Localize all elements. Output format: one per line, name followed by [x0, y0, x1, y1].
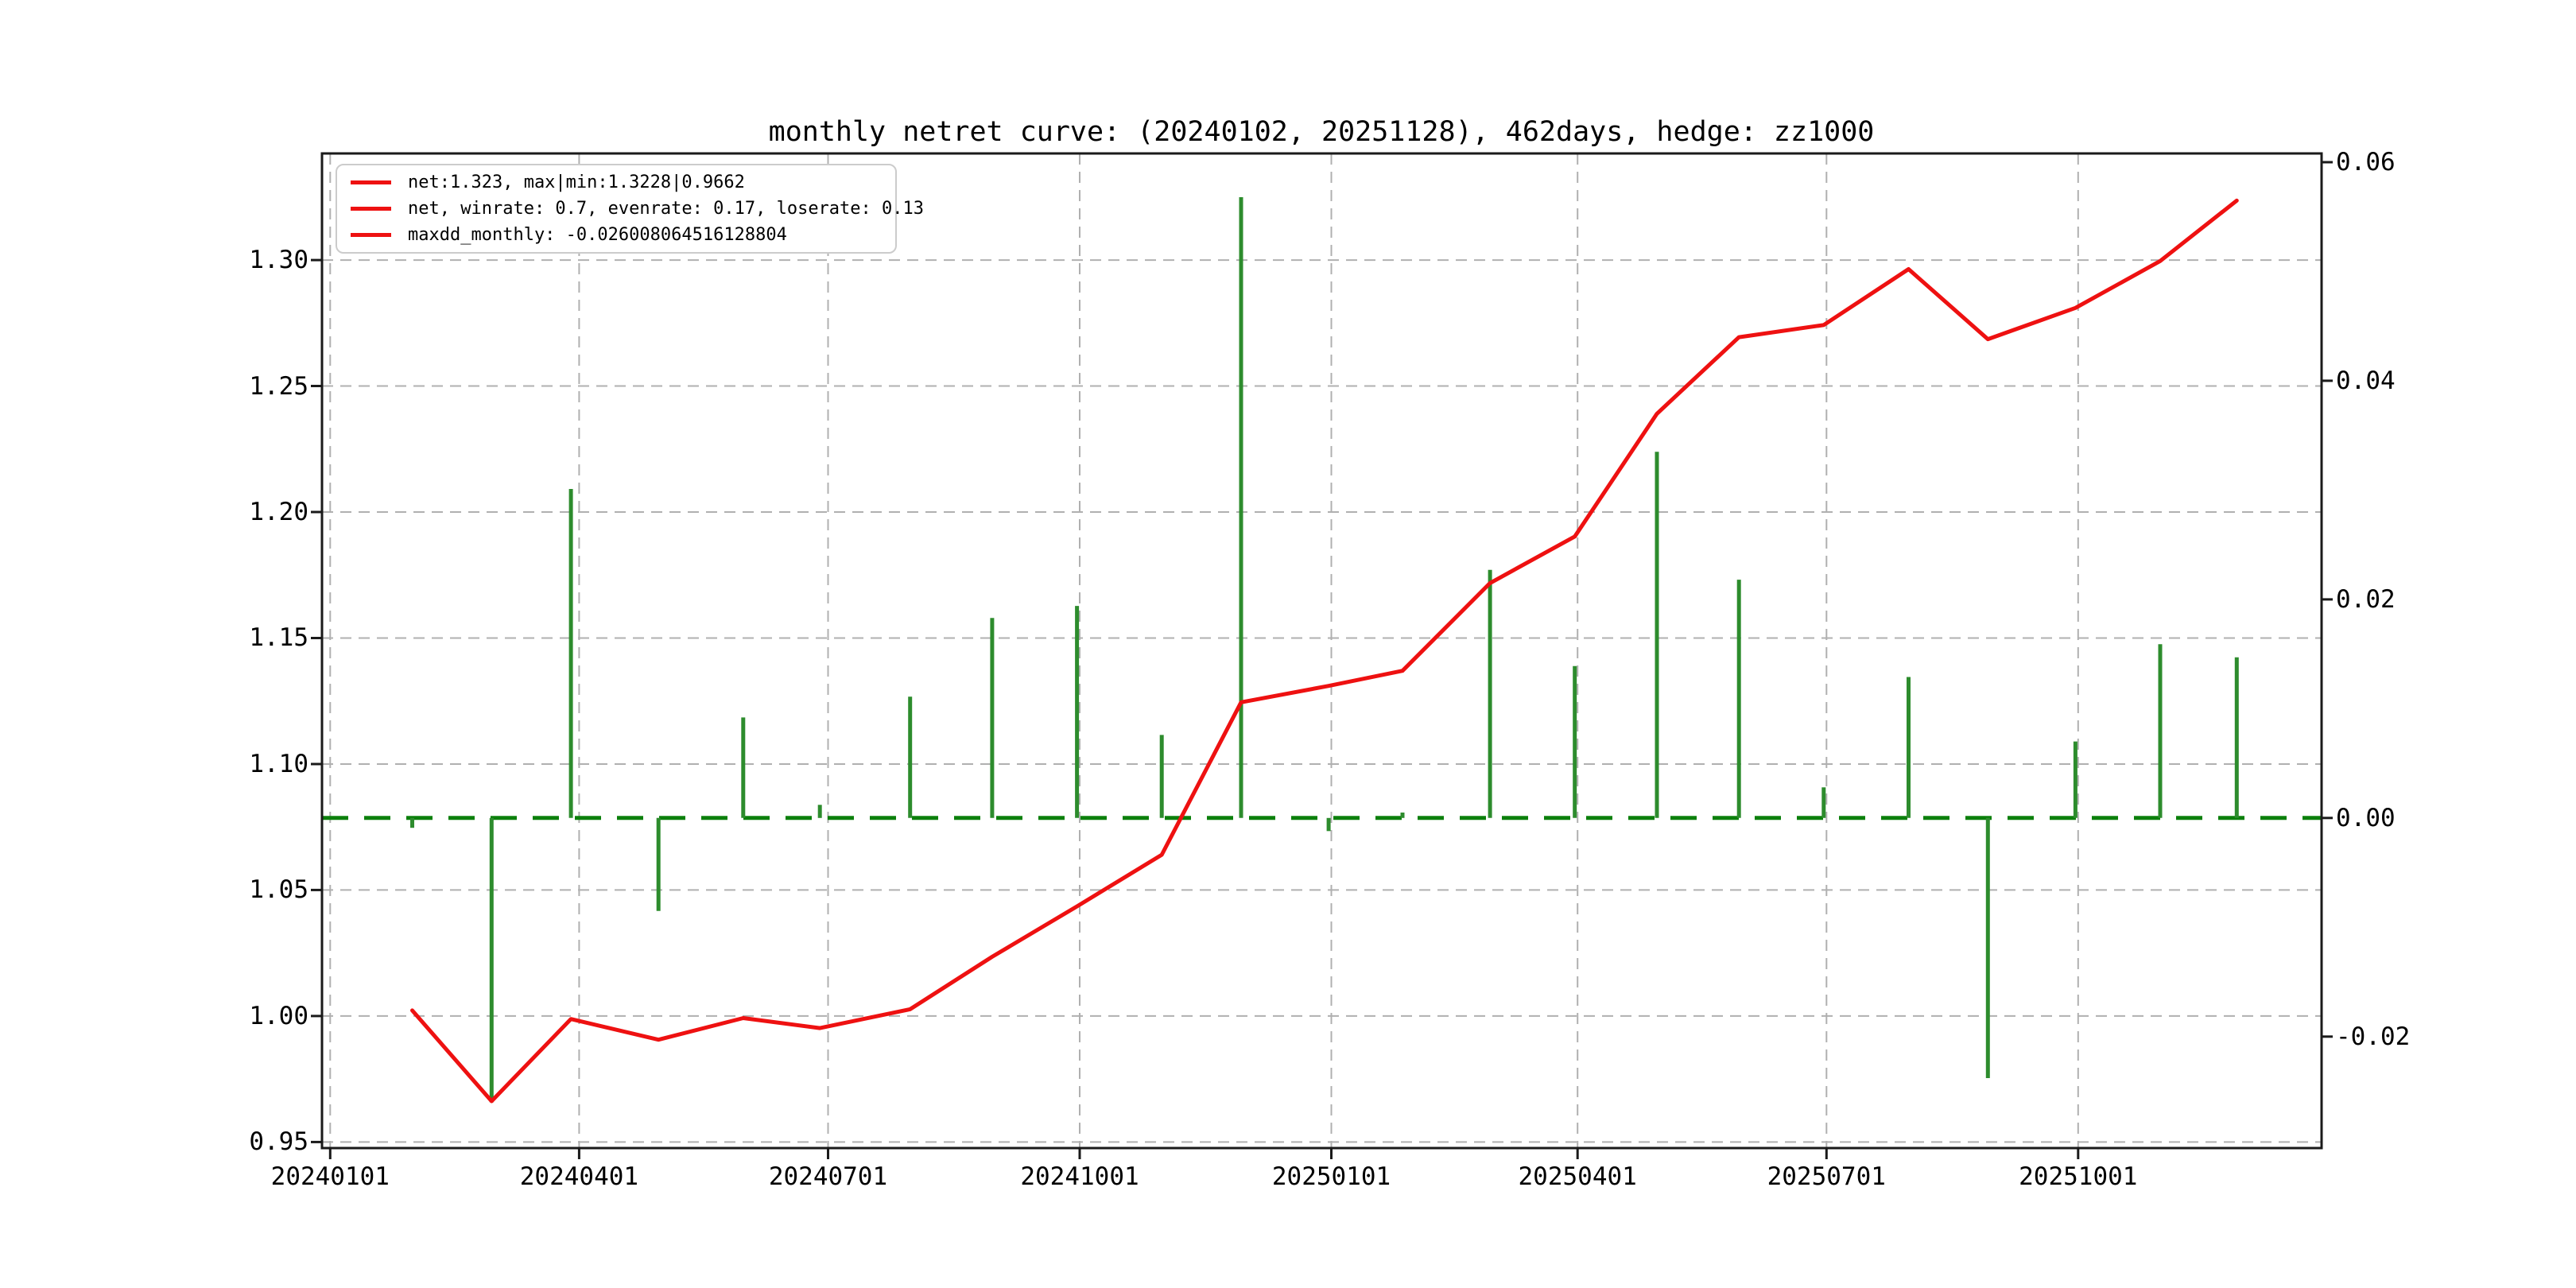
- legend-line-swatch: [351, 207, 391, 211]
- x-axis-tick-label: 20240701: [768, 1162, 888, 1191]
- plot-border: [320, 152, 2323, 1150]
- chart-figure: monthly netret curve: (20240102, 2025112…: [0, 0, 2576, 1288]
- left-axis-tick-label: 1.25: [249, 371, 308, 401]
- legend-line-swatch: [351, 232, 391, 237]
- x-axis-tick-label: 20250101: [1271, 1162, 1391, 1191]
- x-axis-tick-label: 20250701: [1767, 1162, 1886, 1191]
- left-axis-tick-label: 1.15: [249, 623, 308, 653]
- right-axis-tick-label: 0.00: [2336, 803, 2396, 832]
- right-axis-tick-label: -0.02: [2336, 1022, 2411, 1051]
- chart-title: monthly netret curve: (20240102, 2025112…: [768, 116, 1875, 148]
- legend-item: net:1.323, max|min:1.3228|0.9662: [337, 171, 895, 195]
- legend-item: net, winrate: 0.7, evenrate: 0.17, loser…: [337, 197, 924, 221]
- x-axis-tick-label: 20251001: [2019, 1162, 2138, 1191]
- right-axis-tick-label: 0.06: [2336, 147, 2396, 177]
- x-axis-tick-label: 20250401: [1518, 1162, 1637, 1191]
- left-axis-tick-label: 1.10: [249, 749, 308, 778]
- x-axis-tick-label: 20241001: [1020, 1162, 1139, 1191]
- net-curve-line: [410, 198, 2239, 1104]
- left-axis-tick-label: 1.05: [249, 875, 308, 905]
- left-axis-tick-label: 1.20: [249, 498, 308, 527]
- x-axis-tick-label: 20240401: [519, 1162, 639, 1191]
- legend-item-label: net, winrate: 0.7, evenrate: 0.17, loser…: [408, 199, 925, 219]
- right-axis-tick-label: 0.04: [2336, 366, 2396, 395]
- legend-item-label: net:1.323, max|min:1.3228|0.9662: [408, 173, 745, 193]
- legend-line-swatch: [351, 180, 391, 185]
- x-axis-tick-label: 20240101: [270, 1162, 390, 1191]
- legend: net:1.323, max|min:1.3228|0.9662 net, win…: [336, 164, 924, 254]
- left-axis-tick-label: 0.95: [249, 1127, 308, 1157]
- left-axis-tick-label: 1.00: [249, 1001, 308, 1030]
- legend-item: maxdd_monthly: -0.026008064516128804: [337, 223, 895, 246]
- right-axis-tick-label: 0.02: [2336, 584, 2396, 614]
- left-axis-tick-label: 1.30: [249, 246, 308, 275]
- legend-item-label: maxdd_monthly: -0.026008064516128804: [408, 224, 787, 245]
